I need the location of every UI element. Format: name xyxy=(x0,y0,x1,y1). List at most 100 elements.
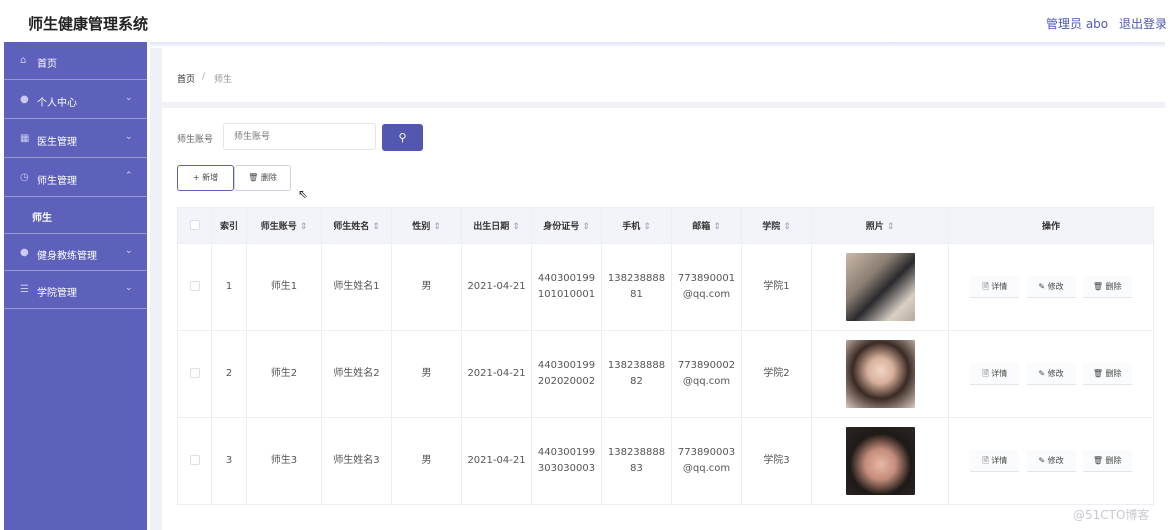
row-checkbox-cell[interactable] xyxy=(177,330,212,418)
cell-index: 3 xyxy=(211,417,247,505)
student-photo xyxy=(845,427,915,495)
cell-id-number: 440300199 101010001 xyxy=(531,243,602,331)
row-checkbox[interactable] xyxy=(189,455,200,465)
row-checkbox-cell[interactable] xyxy=(177,417,212,505)
main-area: 首页 / 师生 师生账号 ⚲ + 新增 🗑 删除 ⇖ 索引 师生账号⇕ 师生姓名… xyxy=(150,48,1165,530)
student-photo xyxy=(845,253,915,321)
sidebar-item-label: 健身教练管理 xyxy=(37,251,97,262)
chevron-down-icon: ⌄ xyxy=(125,132,133,142)
clock-icon: ◷ xyxy=(20,172,29,183)
sidebar-item-profile[interactable]: ● 个人中心 ⌄ xyxy=(4,81,147,119)
watermark: @51CTO博客 xyxy=(1073,508,1150,522)
sort-icon: ⇕ xyxy=(372,222,380,232)
cell-photo xyxy=(811,330,949,418)
column-header[interactable]: 身份证号 ⇕ xyxy=(531,207,602,244)
data-table: 索引 师生账号 ⇕ 师生姓名 ⇕ 性别 ⇕ 出生日期 ⇕ 身份证号 ⇕ 手机 ⇕ 邮箱 ⇕ 学… xyxy=(177,207,1154,505)
cell-photo xyxy=(811,417,949,505)
cell-photo xyxy=(811,243,949,331)
edit-button[interactable]: ✎ 修改 xyxy=(1026,276,1076,298)
cell-index: 1 xyxy=(211,243,247,331)
table-row: 2 师生2 师生姓名2 男 2021-04-21 440300199 202020… xyxy=(177,330,1154,418)
sidebar-item-doctors[interactable]: ▦ 医生管理 ⌄ xyxy=(4,120,147,158)
cell-birth: 2021-04-21 xyxy=(461,417,532,505)
search-icon: ⚲ xyxy=(398,131,407,144)
cell-account: 师生3 xyxy=(246,417,322,505)
delete-button[interactable]: 🗑 删除 xyxy=(1082,450,1132,472)
cell-birth: 2021-04-21 xyxy=(461,330,532,418)
mouse-cursor-icon: ⇖ xyxy=(298,187,309,201)
column-header[interactable]: 手机 ⇕ xyxy=(601,207,672,244)
table-row: 1 师生1 师生姓名1 男 2021-04-21 440300199 101010… xyxy=(177,243,1154,331)
delete-button[interactable]: 🗑 删除 xyxy=(1082,363,1132,385)
sidebar-item-label: 首页 xyxy=(37,59,57,70)
column-header[interactable]: 照片 ⇕ xyxy=(811,207,949,244)
select-all-checkbox[interactable] xyxy=(189,220,200,231)
batch-delete-button[interactable]: 🗑 删除 xyxy=(234,165,291,191)
menu-icon: ☰ xyxy=(20,284,29,295)
cell-actions: 🗎 详情 ✎ 修改 🗑 删除 xyxy=(948,243,1154,331)
column-header[interactable]: 性别 ⇕ xyxy=(391,207,462,244)
search-label: 师生账号 xyxy=(177,135,214,145)
cell-account: 师生1 xyxy=(246,243,322,331)
sort-icon: ⇕ xyxy=(713,222,721,232)
sidebar-item-colleges[interactable]: ☰ 学院管理 ⌄ xyxy=(4,271,147,309)
breadcrumb: 首页 / 师生 xyxy=(162,48,1165,102)
cell-actions: 🗎 详情 ✎ 修改 🗑 删除 xyxy=(948,330,1154,418)
search-button[interactable]: ⚲ xyxy=(382,124,423,151)
logout-link[interactable]: 退出登录 xyxy=(1119,15,1167,32)
sidebar-subitem-teachers-students[interactable]: 师生 xyxy=(4,196,147,234)
cell-id-number: 440300199 303030003 xyxy=(531,417,602,505)
header-checkbox-cell[interactable] xyxy=(177,207,212,244)
cell-gender: 男 xyxy=(391,243,462,331)
grid-icon: ▦ xyxy=(20,133,30,144)
table-row: 3 师生3 师生姓名3 男 2021-04-21 440300199 303030… xyxy=(177,417,1154,505)
sort-icon: ⇕ xyxy=(582,222,590,232)
user-icon: ● xyxy=(20,247,29,258)
sidebar-item-label: 学院管理 xyxy=(37,288,77,299)
column-header[interactable]: 师生姓名 ⇕ xyxy=(321,207,392,244)
edit-button[interactable]: ✎ 修改 xyxy=(1026,363,1076,385)
search-input-wrapper xyxy=(223,123,376,150)
home-icon: ⌂ xyxy=(20,55,27,66)
cell-email: 773890003 @qq.com xyxy=(671,417,742,505)
row-checkbox-cell[interactable] xyxy=(177,243,212,331)
column-header[interactable]: 师生账号 ⇕ xyxy=(246,207,322,244)
cell-name: 师生姓名3 xyxy=(321,417,392,505)
cell-gender: 男 xyxy=(391,417,462,505)
cell-id-number: 440300199 202020002 xyxy=(531,330,602,418)
search-input[interactable] xyxy=(224,124,375,150)
app-title: 师生健康管理系统 xyxy=(28,15,149,33)
sort-icon: ⇕ xyxy=(433,222,441,232)
detail-button[interactable]: 🗎 详情 xyxy=(970,276,1020,298)
table-header-row: 索引 师生账号 ⇕ 师生姓名 ⇕ 性别 ⇕ 出生日期 ⇕ 身份证号 ⇕ 手机 ⇕ 邮箱 ⇕ 学… xyxy=(177,207,1154,244)
sidebar-item-teachers-students[interactable]: ◷ 师生管理 ⌃ xyxy=(4,159,147,197)
cell-college: 学院1 xyxy=(741,243,812,331)
cell-phone: 138238888 81 xyxy=(601,243,672,331)
row-checkbox[interactable] xyxy=(189,368,200,378)
delete-button[interactable]: 🗑 删除 xyxy=(1082,276,1132,298)
cell-birth: 2021-04-21 xyxy=(461,243,532,331)
edit-button[interactable]: ✎ 修改 xyxy=(1026,450,1076,472)
add-button[interactable]: + 新增 xyxy=(177,165,234,191)
detail-button[interactable]: 🗎 详情 xyxy=(970,363,1020,385)
top-bar: 师生健康管理系统 管理员 abo 退出登录 xyxy=(0,0,1170,44)
column-header: 操作 xyxy=(948,207,1154,244)
chevron-up-icon: ⌃ xyxy=(125,171,133,181)
cell-account: 师生2 xyxy=(246,330,322,418)
column-header[interactable]: 邮箱 ⇕ xyxy=(671,207,742,244)
detail-button[interactable]: 🗎 详情 xyxy=(970,450,1020,472)
sidebar-item-home[interactable]: ⌂ 首页 xyxy=(4,42,147,80)
column-header[interactable]: 学院 ⇕ xyxy=(741,207,812,244)
sidebar-item-label: 医生管理 xyxy=(37,137,77,148)
user-icon: ● xyxy=(20,94,29,105)
admin-user[interactable]: 管理员 abo xyxy=(1046,15,1108,32)
column-header[interactable]: 出生日期 ⇕ xyxy=(461,207,532,244)
sidebar-item-label: 个人中心 xyxy=(37,98,77,109)
row-checkbox[interactable] xyxy=(189,281,200,291)
cell-name: 师生姓名2 xyxy=(321,330,392,418)
breadcrumb-home[interactable]: 首页 xyxy=(177,72,195,85)
breadcrumb-separator: / xyxy=(202,72,206,82)
cell-index: 2 xyxy=(211,330,247,418)
chevron-down-icon: ⌄ xyxy=(125,93,133,103)
sidebar-item-coaches[interactable]: ● 健身教练管理 ⌄ xyxy=(4,233,147,271)
